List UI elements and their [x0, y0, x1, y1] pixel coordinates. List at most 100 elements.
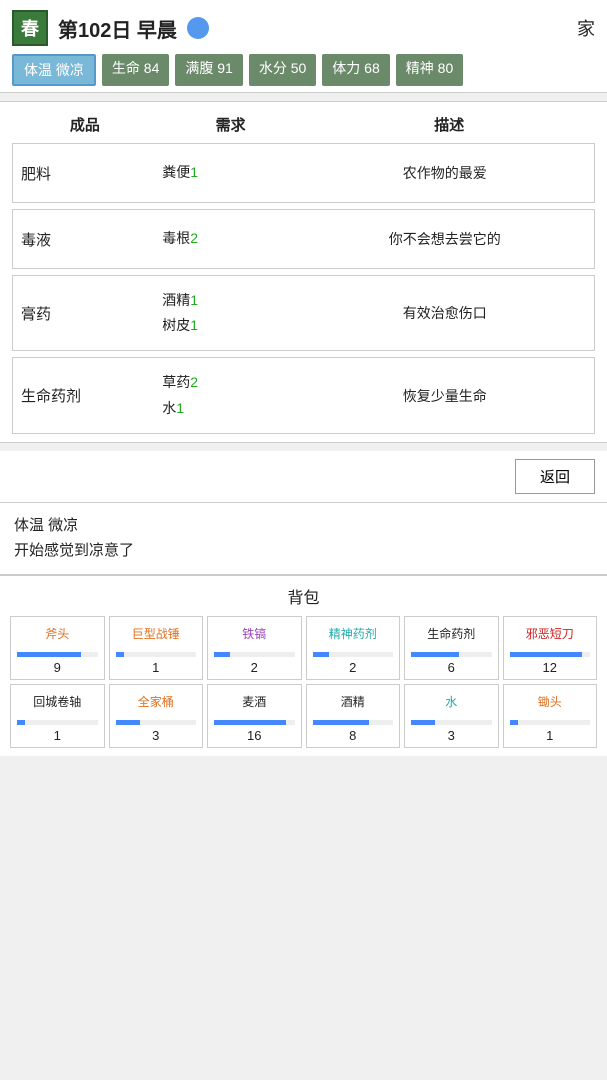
- bp-bar-wrap-8: [214, 720, 295, 725]
- bp-item-name-1: 巨型战锤: [112, 621, 201, 649]
- bp-bar-7: [116, 720, 140, 725]
- season-badge: 春: [12, 10, 48, 46]
- craft-desc-2: 有效治愈伤口: [304, 303, 587, 323]
- bp-bar-8: [214, 720, 286, 725]
- bp-count-6: 1: [13, 728, 102, 743]
- col-require: 需求: [158, 114, 304, 135]
- bp-bar-3: [313, 652, 329, 657]
- bp-count-11: 1: [506, 728, 595, 743]
- bp-item-name-5: 邪恶短刀: [506, 621, 595, 649]
- bp-count-5: 12: [506, 660, 595, 675]
- bp-bar-9: [313, 720, 369, 725]
- bp-count-7: 3: [112, 728, 201, 743]
- bp-count-3: 2: [309, 660, 398, 675]
- craft-section: 成品 需求 描述 肥料粪便1农作物的最爱毒液毒根2你不会想去尝它的膏药酒精1树皮…: [0, 101, 607, 443]
- bp-bar-wrap-1: [116, 652, 197, 657]
- bp-count-10: 3: [407, 728, 496, 743]
- bp-item-name-4: 生命药剂: [407, 621, 496, 649]
- craft-name-3: 生命药剂: [21, 385, 162, 406]
- bp-bar-6: [17, 720, 25, 725]
- stat-badge-2: 满腹 91: [175, 54, 242, 86]
- craft-req-1: 毒根2: [162, 226, 303, 251]
- home-label: 家: [577, 15, 595, 41]
- craft-item-3[interactable]: 生命药剂草药2水1恢复少量生命: [12, 357, 595, 433]
- bp-item-name-8: 麦酒: [210, 689, 299, 717]
- stat-badge-1: 生命 84: [102, 54, 169, 86]
- bp-bar-wrap-11: [510, 720, 591, 725]
- bp-item-3[interactable]: 精神药剂 2: [306, 616, 401, 680]
- backpack-section: 背包 斧头9巨型战锤1铁镐2精神药剂2生命药剂6邪恶短刀12回城卷轴1全家桶3麦…: [0, 575, 607, 756]
- craft-name-1: 毒液: [21, 229, 162, 250]
- header: 春 第102日 早晨 家 体温 微凉生命 84满腹 91水分 50体力 68精神…: [0, 0, 607, 93]
- bp-item-name-0: 斧头: [13, 621, 102, 649]
- bp-item-name-7: 全家桶: [112, 689, 201, 717]
- stat-badge-5: 精神 80: [396, 54, 463, 86]
- craft-item-1[interactable]: 毒液毒根2你不会想去尝它的: [12, 209, 595, 269]
- stat-badge-4: 体力 68: [322, 54, 389, 86]
- bp-bar-2: [214, 652, 230, 657]
- status-line2: 开始感觉到凉意了: [14, 538, 593, 564]
- craft-desc-1: 你不会想去尝它的: [304, 229, 587, 249]
- bp-bar-1: [116, 652, 124, 657]
- col-product: 成品: [12, 114, 158, 135]
- craft-item-0[interactable]: 肥料粪便1农作物的最爱: [12, 143, 595, 203]
- craft-req-3: 草药2水1: [162, 370, 303, 420]
- bp-item-2[interactable]: 铁镐 2: [207, 616, 302, 680]
- craft-desc-3: 恢复少量生命: [304, 386, 587, 406]
- craft-name-2: 膏药: [21, 303, 162, 324]
- bp-item-10[interactable]: 水3: [404, 684, 499, 748]
- bp-count-9: 8: [309, 728, 398, 743]
- bp-item-name-6: 回城卷轴: [13, 689, 102, 717]
- craft-req-0: 粪便1: [162, 160, 303, 185]
- weather-dot: [187, 17, 209, 39]
- status-line1: 体温 微凉: [14, 513, 593, 539]
- stat-badge-3: 水分 50: [249, 54, 316, 86]
- craft-name-0: 肥料: [21, 163, 162, 184]
- bp-bar-wrap-0: [17, 652, 98, 657]
- return-button[interactable]: 返回: [515, 459, 595, 494]
- bp-bar-wrap-3: [313, 652, 394, 657]
- stats-row: 体温 微凉生命 84满腹 91水分 50体力 68精神 80: [12, 54, 595, 86]
- bp-count-2: 2: [210, 660, 299, 675]
- bp-bar-4: [411, 652, 459, 657]
- bp-count-1: 1: [112, 660, 201, 675]
- bp-bar-wrap-4: [411, 652, 492, 657]
- craft-req-2: 酒精1树皮1: [162, 288, 303, 338]
- bp-item-name-2: 铁镐: [210, 621, 299, 649]
- bp-grid: 斧头 9 巨型战锤 1 铁镐 2 精神药剂 2 生命药剂 6 邪恶短刀 12 回城卷轴 1 全家桶 3 麦酒 16…: [10, 616, 597, 748]
- stat-badge-0: 体温 微凉: [12, 54, 96, 86]
- bp-item-4[interactable]: 生命药剂 6: [404, 616, 499, 680]
- bp-item-name-3: 精神药剂: [309, 621, 398, 649]
- return-row: 返回: [0, 451, 607, 503]
- status-section: 体温 微凉 开始感觉到凉意了: [0, 503, 607, 575]
- bp-item-1[interactable]: 巨型战锤 1: [109, 616, 204, 680]
- bp-bar-10: [411, 720, 435, 725]
- day-title: 第102日 早晨: [58, 14, 177, 43]
- craft-item-2[interactable]: 膏药酒精1树皮1有效治愈伤口: [12, 275, 595, 351]
- bp-bar-wrap-5: [510, 652, 591, 657]
- bp-item-9[interactable]: 酒精 8: [306, 684, 401, 748]
- bp-count-8: 16: [210, 728, 299, 743]
- bp-count-0: 9: [13, 660, 102, 675]
- craft-desc-0: 农作物的最爱: [304, 163, 587, 183]
- bp-bar-wrap-6: [17, 720, 98, 725]
- bp-bar-wrap-2: [214, 652, 295, 657]
- col-desc: 描述: [304, 114, 596, 135]
- bp-item-11[interactable]: 锄头1: [503, 684, 598, 748]
- bp-count-4: 6: [407, 660, 496, 675]
- bp-item-name-10: 水: [407, 689, 496, 717]
- backpack-title: 背包: [10, 584, 597, 608]
- bp-item-5[interactable]: 邪恶短刀 12: [503, 616, 598, 680]
- bp-bar-wrap-9: [313, 720, 394, 725]
- bp-bar-wrap-10: [411, 720, 492, 725]
- craft-items: 肥料粪便1农作物的最爱毒液毒根2你不会想去尝它的膏药酒精1树皮1有效治愈伤口生命…: [12, 143, 595, 434]
- bp-bar-5: [510, 652, 582, 657]
- bp-bar-0: [17, 652, 81, 657]
- craft-header: 成品 需求 描述: [12, 110, 595, 143]
- bp-item-8[interactable]: 麦酒 16: [207, 684, 302, 748]
- bp-bar-11: [510, 720, 518, 725]
- bp-item-7[interactable]: 全家桶 3: [109, 684, 204, 748]
- bp-item-0[interactable]: 斧头 9: [10, 616, 105, 680]
- bp-item-6[interactable]: 回城卷轴 1: [10, 684, 105, 748]
- bp-item-name-9: 酒精: [309, 689, 398, 717]
